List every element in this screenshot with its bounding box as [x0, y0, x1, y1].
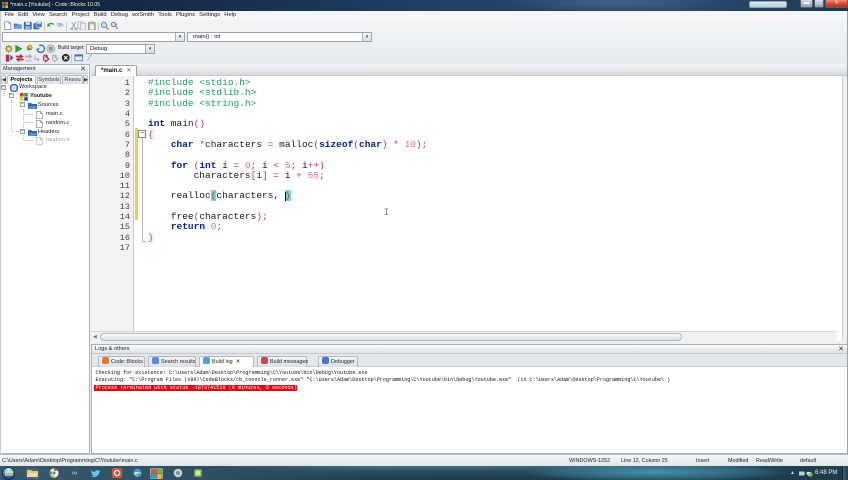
- svg-text:e: e: [135, 470, 139, 477]
- svg-text:a: a: [115, 21, 118, 26]
